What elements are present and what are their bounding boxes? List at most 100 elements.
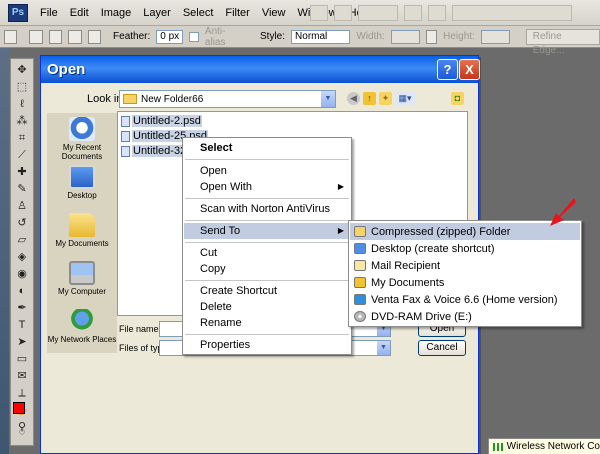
antialias-checkbox[interactable] (189, 31, 199, 42)
menu-item-label: Venta Fax & Voice 6.6 (Home version) (371, 293, 558, 306)
menubar-toolbar-ghost (310, 3, 600, 23)
swap-dimensions-icon[interactable] (425, 29, 438, 44)
menu-select[interactable]: Select (177, 0, 220, 26)
marquee-tool-icon[interactable]: ⬚ (14, 80, 30, 94)
subtract-selection-icon[interactable] (68, 29, 82, 44)
menu-item-rename[interactable]: Rename (184, 315, 350, 331)
foreground-color-swatch[interactable] (13, 402, 25, 414)
bridge-icon[interactable] (310, 5, 328, 21)
view-menu-icon[interactable]: ▦▾ (395, 92, 415, 105)
menu-edit[interactable]: Edit (64, 0, 95, 26)
send-to-desktop[interactable]: Desktop (create shortcut) (350, 240, 580, 257)
zoom-field[interactable] (358, 5, 398, 21)
width-input[interactable] (390, 29, 420, 44)
brush-tool-icon[interactable]: ✎ (14, 182, 30, 196)
shape-tool-icon[interactable]: ▭ (14, 352, 30, 366)
menu-item-delete[interactable]: Delete (184, 299, 350, 315)
help-button[interactable]: ? (437, 59, 458, 80)
menu-filter[interactable]: Filter (219, 0, 255, 26)
blur-tool-icon[interactable]: ◉ (14, 267, 30, 281)
send-to-mail-recipient[interactable]: Mail Recipient (350, 257, 580, 274)
menu-item-label: Send To (200, 225, 241, 237)
place-desktop[interactable]: Desktop (47, 165, 117, 200)
history-brush-icon[interactable]: ↺ (14, 216, 30, 230)
up-folder-icon[interactable]: ↑ (363, 92, 376, 105)
intersect-selection-icon[interactable] (87, 29, 102, 44)
desktop-icon (69, 165, 95, 189)
new-selection-icon[interactable] (29, 29, 43, 44)
list-item[interactable]: Untitled-32 (121, 144, 188, 158)
back-icon[interactable]: ◀ (347, 92, 360, 105)
new-folder-icon[interactable]: ✦ (379, 92, 392, 105)
crop-tool-icon[interactable]: ⌗ (14, 131, 30, 145)
place-my-documents[interactable]: My Documents (47, 213, 117, 248)
eraser-tool-icon[interactable]: ▱ (14, 233, 30, 247)
menu-item-copy[interactable]: Copy (184, 261, 350, 277)
style-label: Style: (260, 31, 286, 42)
close-button[interactable]: X (459, 59, 480, 80)
type-tool-icon[interactable]: T (14, 318, 30, 332)
dvd-drive-icon (354, 311, 366, 322)
file-name: Untitled-2.psd (132, 115, 202, 127)
add-selection-icon[interactable] (48, 29, 63, 44)
dodge-tool-icon[interactable]: ◐ (14, 284, 30, 298)
menu-item-open-with[interactable]: Open With ▶ (184, 179, 350, 195)
adobe-dialog-icon[interactable]: ◘ (451, 92, 464, 105)
feather-label: Feather: (113, 31, 151, 42)
menu-item-open[interactable]: Open (184, 163, 350, 179)
refine-edge-button[interactable]: Refine Edge... (525, 28, 600, 56)
quick-mask-icon[interactable]: ◌ (14, 425, 30, 439)
lasso-tool-icon[interactable]: ℓ (14, 97, 30, 111)
send-to-venta-fax[interactable]: Venta Fax & Voice 6.6 (Home version) (350, 291, 580, 308)
place-recent-documents[interactable]: My Recent Documents (47, 117, 117, 161)
list-item[interactable]: Untitled-2.psd (121, 114, 202, 128)
wireless-network-notification[interactable]: Wireless Network Co (488, 438, 600, 454)
places-bar: My Recent Documents Desktop My Documents… (47, 113, 117, 353)
workspace-icon[interactable] (334, 5, 352, 21)
menu-separator (185, 280, 349, 281)
magic-wand-icon[interactable]: ⁂ (14, 114, 30, 128)
path-selection-icon[interactable]: ➤ (14, 335, 30, 349)
menu-layer[interactable]: Layer (137, 0, 177, 26)
eyedropper-icon[interactable]: ⟂ (14, 386, 30, 400)
mail-icon (354, 260, 366, 271)
style-select[interactable]: Normal (291, 29, 351, 44)
dialog-titlebar[interactable]: Open (41, 56, 478, 83)
menu-separator (185, 220, 349, 221)
menu-item-select[interactable]: Select (184, 140, 350, 156)
look-in-select[interactable]: New Folder66 ▼ (119, 90, 336, 108)
place-network-places[interactable]: My Network Places (47, 309, 117, 344)
menu-item-label: DVD-RAM Drive (E:) (371, 310, 472, 323)
menu-image[interactable]: Image (95, 0, 138, 26)
healing-brush-icon[interactable]: ✚ (14, 165, 30, 179)
menu-item-label: Open With (200, 181, 252, 193)
marquee-tool-icon[interactable] (4, 29, 18, 44)
menu-item-cut[interactable]: Cut (184, 245, 350, 261)
move-tool-icon[interactable]: ✥ (14, 63, 30, 77)
menu-item-send-to[interactable]: Send To ▶ (184, 223, 350, 239)
send-to-dvd-drive[interactable]: DVD-RAM Drive (E:) (350, 308, 580, 325)
menu-item-create-shortcut[interactable]: Create Shortcut (184, 283, 350, 299)
menu-view[interactable]: View (256, 0, 292, 26)
menu-item-properties[interactable]: Properties (184, 337, 350, 353)
menu-item-label: Compressed (zipped) Folder (371, 225, 511, 238)
clone-stamp-icon[interactable]: ♙ (14, 199, 30, 213)
place-label: My Recent Documents (61, 143, 103, 161)
pen-tool-icon[interactable]: ✒ (14, 301, 30, 315)
paint-bucket-icon[interactable]: ◈ (14, 250, 30, 264)
rotate-icon[interactable] (428, 5, 446, 21)
slice-tool-icon[interactable]: ⟋ (14, 148, 30, 162)
height-input[interactable] (480, 29, 510, 44)
notes-tool-icon[interactable]: ✉ (14, 369, 30, 383)
feather-input[interactable]: 0 px (156, 29, 184, 44)
cancel-button[interactable]: Cancel (418, 340, 466, 356)
hand-icon[interactable] (404, 5, 422, 21)
send-to-my-documents[interactable]: My Documents (350, 274, 580, 291)
submenu-arrow-icon: ▶ (337, 182, 344, 191)
menu-item-label: Mail Recipient (371, 259, 441, 272)
place-my-computer[interactable]: My Computer (47, 261, 117, 296)
menu-file[interactable]: File (34, 0, 64, 26)
chevron-down-icon[interactable]: ▼ (377, 341, 390, 355)
chevron-down-icon[interactable]: ▼ (320, 91, 335, 107)
menu-item-norton-scan[interactable]: Scan with Norton AntiVirus (184, 201, 350, 217)
